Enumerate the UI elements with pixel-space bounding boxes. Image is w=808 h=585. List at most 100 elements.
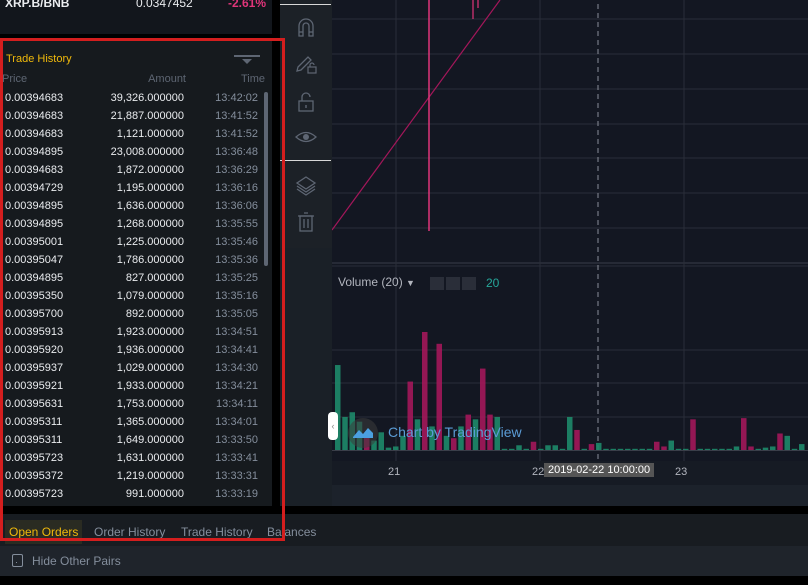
trade-amount: 1,268.000000 bbox=[116, 218, 184, 230]
trade-row: 0.00394683 39,326.000000 13:42:02 bbox=[0, 91, 264, 109]
volume-bar bbox=[762, 447, 769, 450]
trade-time: 13:36:16 bbox=[215, 182, 258, 194]
chevron-left-icon[interactable]: ‹ bbox=[328, 412, 338, 440]
unlock-icon[interactable] bbox=[294, 90, 318, 114]
hide-other-pairs-checkbox[interactable] bbox=[12, 554, 23, 567]
tab-balances[interactable]: Balances bbox=[263, 520, 320, 544]
tab-order-history[interactable]: Order History bbox=[90, 520, 169, 544]
visibility-toggle-icon[interactable] bbox=[430, 277, 444, 290]
trade-amount: 1,029.000000 bbox=[116, 362, 184, 374]
hide-other-pairs-label[interactable]: Hide Other Pairs bbox=[32, 554, 121, 568]
layers-icon[interactable] bbox=[294, 174, 318, 198]
tradingview-watermark[interactable]: Chart by TradingView bbox=[388, 424, 522, 440]
volume-bar bbox=[538, 448, 544, 450]
trade-time: 13:41:52 bbox=[215, 110, 258, 122]
volume-bar bbox=[712, 448, 718, 450]
trade-price: 0.00395723 bbox=[5, 488, 64, 500]
trade-row: 0.00394895 827.000000 13:35:25 bbox=[0, 271, 264, 289]
trade-time: 13:42:02 bbox=[215, 92, 258, 104]
trade-row: 0.00395047 1,786.000000 13:35:36 bbox=[0, 253, 264, 271]
volume-bar bbox=[385, 447, 392, 450]
trade-row: 0.00395001 1,225.000000 13:35:46 bbox=[0, 235, 264, 253]
collapse-panel-button[interactable] bbox=[234, 53, 260, 67]
price-chart[interactable]: Volume (20) ▼ 20 Chart by TradingView ‹ … bbox=[328, 0, 808, 506]
volume-bar bbox=[654, 441, 660, 450]
trade-time: 13:34:30 bbox=[215, 362, 258, 374]
volume-bar bbox=[697, 448, 703, 450]
toolbar-divider bbox=[280, 4, 331, 5]
settings-gear-icon[interactable] bbox=[446, 277, 460, 290]
trade-time: 13:33:31 bbox=[215, 470, 258, 482]
chart-canvas[interactable] bbox=[332, 0, 808, 461]
trade-row: 0.00395723 991.000000 13:33:19 bbox=[0, 487, 264, 505]
trade-time: 13:35:16 bbox=[215, 290, 258, 302]
trade-row: 0.00394683 21,887.000000 13:41:52 bbox=[0, 109, 264, 127]
trade-row: 0.00394895 1,268.000000 13:35:55 bbox=[0, 217, 264, 235]
pencil-lock-icon[interactable] bbox=[294, 52, 318, 76]
trade-time: 13:35:55 bbox=[215, 218, 258, 230]
volume-indicator-label[interactable]: Volume (20) ▼ bbox=[338, 275, 415, 289]
trade-row: 0.00395913 1,923.000000 13:34:51 bbox=[0, 325, 264, 343]
volume-bar bbox=[393, 446, 399, 450]
volume-bar bbox=[567, 416, 573, 450]
trade-history-list: 0.00394683 39,326.000000 13:42:02 0.0039468… bbox=[0, 91, 264, 505]
volume-label-text: Volume (20) bbox=[338, 275, 403, 289]
trade-time: 13:33:41 bbox=[215, 452, 258, 464]
volume-bar bbox=[777, 433, 783, 450]
chart-footer bbox=[332, 485, 808, 506]
volume-bar bbox=[675, 448, 682, 450]
volume-bar bbox=[661, 446, 667, 450]
volume-bar bbox=[530, 441, 537, 450]
tab-open-orders[interactable]: Open Orders bbox=[5, 520, 83, 544]
trade-amount: 1,079.000000 bbox=[116, 290, 184, 302]
trade-row: 0.00395311 1,365.000000 13:34:01 bbox=[0, 415, 264, 433]
trash-icon[interactable] bbox=[294, 210, 318, 234]
volume-bar bbox=[516, 445, 522, 450]
time-axis[interactable]: 21 22 23 2019-02-22 10:00:00 bbox=[332, 461, 808, 485]
trade-row: 0.00394683 1,872.000000 13:36:29 bbox=[0, 163, 264, 181]
trade-row: 0.00394895 1,636.000000 13:36:06 bbox=[0, 199, 264, 217]
trade-row: 0.00395937 1,029.000000 13:34:30 bbox=[0, 361, 264, 379]
volume-bar bbox=[683, 448, 689, 450]
trade-amount: 892.000000 bbox=[125, 308, 184, 320]
market-pair: XRP.B/BNB bbox=[5, 0, 70, 10]
tab-trade-history[interactable]: Trade History bbox=[177, 520, 257, 544]
magnet-icon[interactable] bbox=[294, 16, 318, 40]
volume-bar bbox=[799, 444, 805, 450]
trade-time: 13:34:21 bbox=[215, 380, 258, 392]
price-line bbox=[332, 0, 501, 231]
trade-time: 13:34:41 bbox=[215, 344, 258, 356]
trade-amount: 1,923.000000 bbox=[116, 326, 184, 338]
volume-bar bbox=[726, 448, 732, 450]
trade-row: 0.00395372 1,219.000000 13:33:31 bbox=[0, 469, 264, 487]
trade-price: 0.00395937 bbox=[5, 362, 64, 374]
eye-icon[interactable] bbox=[294, 125, 318, 149]
filter-bar: Hide Other Pairs bbox=[0, 546, 808, 576]
trade-row: 0.00395311 1,649.000000 13:33:50 bbox=[0, 433, 264, 451]
volume-bar bbox=[748, 446, 754, 450]
volume-indicator-controls bbox=[430, 277, 478, 295]
trade-price: 0.00395311 bbox=[5, 416, 63, 428]
trade-time: 13:34:51 bbox=[215, 326, 258, 338]
trade-amount: 1,636.000000 bbox=[116, 200, 184, 212]
remove-indicator-icon[interactable] bbox=[462, 277, 476, 290]
trade-time: 13:35:05 bbox=[215, 308, 258, 320]
collapse-bar-icon bbox=[234, 55, 260, 57]
trade-time: 13:33:19 bbox=[215, 488, 258, 500]
trade-history-headers: Price Amount Time bbox=[0, 73, 272, 87]
trade-time: 13:41:52 bbox=[215, 128, 258, 140]
market-row[interactable]: XRP.B/BNB 0.0347452 -2.61% bbox=[0, 0, 272, 34]
crosshair-time-label: 2019-02-22 10:00:00 bbox=[544, 463, 655, 477]
header-amount: Amount bbox=[148, 73, 186, 85]
volume-bar bbox=[639, 448, 645, 450]
time-tick: 23 bbox=[675, 466, 688, 478]
time-tick: 22 bbox=[532, 466, 545, 478]
trade-amount: 1,933.000000 bbox=[116, 380, 184, 392]
trade-price: 0.00395913 bbox=[5, 326, 64, 338]
trade-price: 0.00395372 bbox=[5, 470, 64, 482]
volume-bar bbox=[581, 448, 587, 450]
volume-bar bbox=[704, 448, 711, 450]
tradingview-logo-icon bbox=[348, 418, 378, 448]
scrollbar[interactable] bbox=[264, 92, 268, 266]
trade-amount: 1,631.000000 bbox=[116, 452, 184, 464]
